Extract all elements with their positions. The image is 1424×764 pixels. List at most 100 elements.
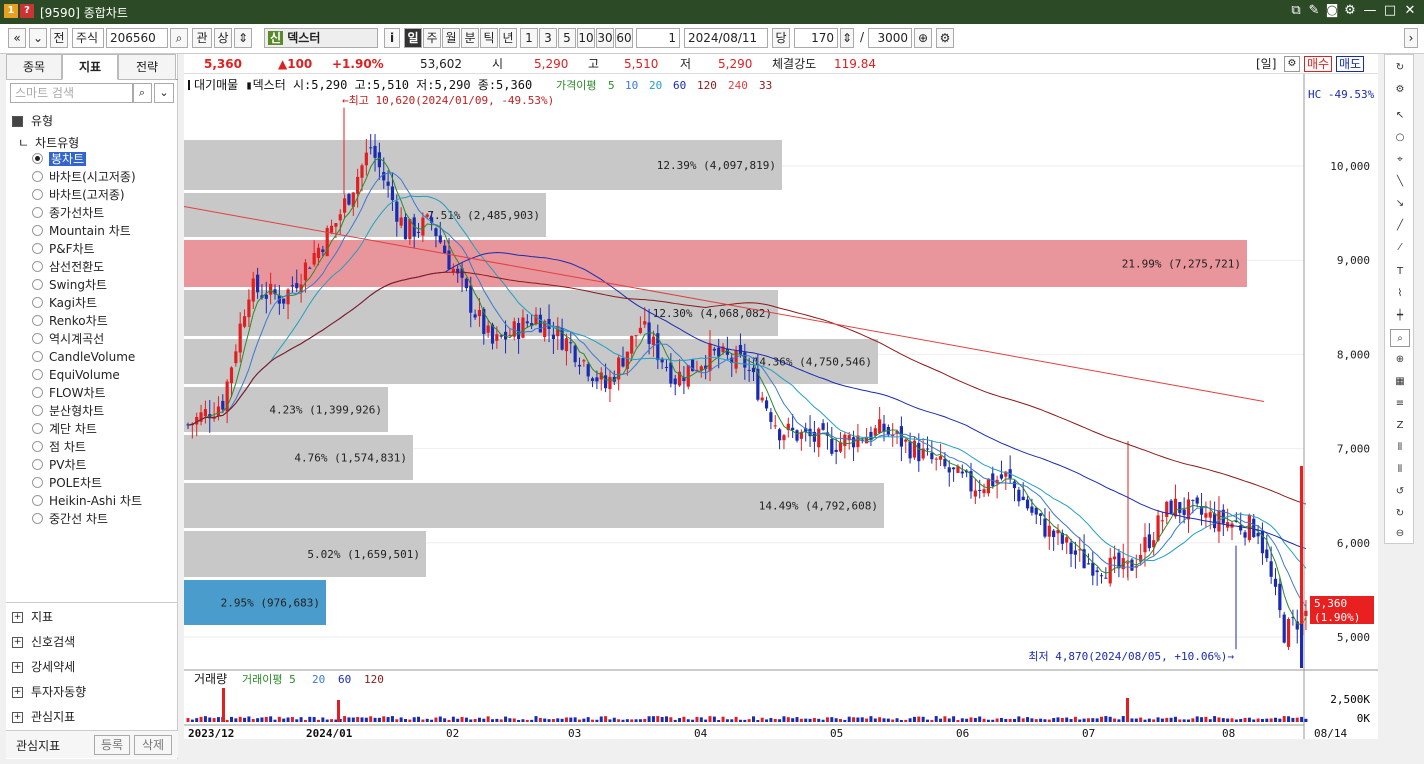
radio-icon[interactable] (32, 423, 43, 434)
delete-button[interactable]: 삭제 (134, 735, 172, 755)
chart-type-item[interactable]: Kagi차트 (32, 294, 97, 312)
price-chart[interactable]: 12.39% (4,097,819) 7.51% (2,485,903) 21.99… (183, 74, 1378, 740)
tree-section[interactable]: + 신호검색 (12, 633, 75, 650)
radio-icon[interactable] (32, 369, 43, 380)
trend-line-icon[interactable]: ╲ (1390, 173, 1410, 191)
zoom-out-icon[interactable]: ⊖ (1390, 525, 1410, 543)
interval-button-60[interactable]: 60 (615, 28, 633, 48)
maximize-icon[interactable]: □ (1382, 3, 1398, 19)
chart-type-item[interactable]: FLOW차트 (32, 384, 106, 402)
expand-plus-icon[interactable]: + (12, 687, 23, 698)
columns-icon[interactable]: ⦀ (1390, 439, 1410, 457)
gwan-button[interactable]: 관 (192, 28, 212, 48)
help-icon[interactable]: ? (20, 4, 34, 18)
radio-icon[interactable] (32, 243, 43, 254)
chart-type-node[interactable]: ㄴ 차트유형 (18, 134, 79, 151)
count-input[interactable]: 170 (794, 28, 838, 48)
chart-type-item[interactable]: POLE차트 (32, 474, 102, 492)
chart-type-item[interactable]: 분산형차트 (32, 402, 104, 420)
chart-type-item[interactable]: Renko차트 (32, 312, 108, 330)
z-icon[interactable]: Z (1390, 417, 1410, 435)
close-icon[interactable]: ✕ (1402, 3, 1418, 19)
radio-icon[interactable] (32, 333, 43, 344)
pattern-icon[interactable]: ⌇ (1390, 285, 1410, 303)
radio-icon[interactable] (32, 261, 43, 272)
chart-type-item[interactable]: PV차트 (32, 456, 87, 474)
tree-section[interactable]: + 관심지표 (12, 708, 75, 725)
tab-strategy[interactable]: 전략 (118, 54, 176, 80)
settings-icon[interactable]: ⚙ (1284, 56, 1300, 72)
interval-button-1[interactable]: 1 (520, 28, 538, 48)
sang-button[interactable]: 상 (214, 28, 232, 48)
radio-icon[interactable] (32, 189, 43, 200)
settings-icon[interactable]: ⚙ (1342, 3, 1358, 19)
magnify-icon[interactable]: ⌕ (1390, 329, 1410, 347)
chart-type-item[interactable]: 계단 차트 (32, 420, 97, 438)
search-input[interactable]: 스마트 검색 (10, 83, 134, 103)
dang-button[interactable]: 당 (772, 28, 790, 48)
interval-button-30[interactable]: 30 (596, 28, 614, 48)
tab-indicator[interactable]: 지표 (62, 54, 118, 80)
radio-icon[interactable] (32, 225, 43, 236)
period-button-2[interactable]: 월 (442, 28, 460, 48)
undo-icon[interactable]: ↺ (1390, 483, 1410, 501)
radio-icon[interactable] (32, 207, 43, 218)
interval-button-5[interactable]: 5 (558, 28, 576, 48)
memo-icon[interactable]: ✎ (1306, 3, 1322, 19)
tree-section[interactable]: + 강세약세 (12, 658, 75, 675)
tree-section[interactable]: + 투자자동향 (12, 683, 86, 700)
chart-type-item[interactable]: 바차트(시고저종) (32, 168, 136, 186)
link-icon[interactable]: ⧉ (1288, 3, 1304, 19)
expand-plus-icon[interactable]: + (12, 712, 23, 723)
spin-icon[interactable]: ⇕ (234, 28, 252, 48)
jeon-button[interactable]: 전 (50, 28, 68, 48)
chart-area[interactable]: 12.39% (4,097,819) 7.51% (2,485,903) 21.99… (183, 74, 1378, 740)
chart-settings-icon[interactable]: ⚙ (936, 28, 954, 48)
expand-plus-icon[interactable]: + (12, 612, 23, 623)
chart-type-item[interactable]: Heikin-Ashi 차트 (32, 492, 142, 510)
expand-plus-icon[interactable]: + (12, 637, 23, 648)
fibonacci-icon[interactable]: ≡ (1390, 395, 1410, 413)
radio-icon[interactable] (32, 315, 43, 326)
text-icon[interactable]: T (1390, 263, 1410, 281)
radio-icon[interactable] (32, 153, 43, 164)
radio-icon[interactable] (32, 441, 43, 452)
zoom-in-icon[interactable]: ⊕ (1390, 351, 1410, 369)
info-button[interactable]: i (384, 28, 400, 48)
market-select[interactable]: 주식 (72, 28, 104, 48)
interval-select[interactable]: 1 (636, 28, 680, 48)
register-button[interactable]: 등록 (94, 735, 130, 755)
arrow-icon[interactable]: ↖ (1390, 107, 1410, 125)
prev-button[interactable]: « (8, 28, 26, 48)
code-input[interactable]: 206560 (106, 28, 168, 48)
ray-icon[interactable]: ↘ (1390, 195, 1410, 213)
cursor-icon[interactable]: ⌖ (1390, 151, 1410, 169)
section-type[interactable]: 유형 (12, 112, 53, 129)
candle-icon[interactable]: ┿ (1390, 307, 1410, 325)
chart-type-item[interactable]: CandleVolume (32, 348, 135, 366)
radio-icon[interactable] (32, 171, 43, 182)
auto-icon[interactable]: ⁄ (1390, 239, 1410, 257)
expand-icon[interactable]: ⌄ (154, 83, 174, 103)
interval-button-3[interactable]: 3 (539, 28, 557, 48)
radio-icon[interactable] (32, 405, 43, 416)
chart-type-item[interactable]: 종가선차트 (32, 204, 104, 222)
date-input[interactable]: 2024/08/11 (684, 28, 768, 48)
redo-icon[interactable]: ↻ (1390, 505, 1410, 523)
chart-type-item[interactable]: P&F차트 (32, 240, 95, 258)
grid-icon[interactable]: ▦ (1390, 373, 1410, 391)
tree-section[interactable]: + 지표 (12, 608, 53, 625)
buy-button[interactable]: 매수 (1304, 56, 1333, 72)
next-button[interactable]: ⌄ (29, 28, 47, 48)
chart-type-item[interactable]: 점 차트 (32, 438, 86, 456)
radio-icon[interactable] (32, 297, 43, 308)
period-button-0[interactable]: 일 (404, 28, 422, 48)
period-button-4[interactable]: 틱 (480, 28, 498, 48)
search-icon[interactable]: ⌕ (170, 28, 188, 48)
zoom-icon[interactable]: ⊕ (914, 28, 932, 48)
total-input[interactable]: 3000 (868, 28, 912, 48)
expand-plus-icon[interactable]: + (12, 662, 23, 673)
sell-button[interactable]: 매도 (1336, 56, 1365, 72)
tab-stock[interactable]: 종목 (6, 54, 62, 80)
radio-icon[interactable] (32, 477, 43, 488)
